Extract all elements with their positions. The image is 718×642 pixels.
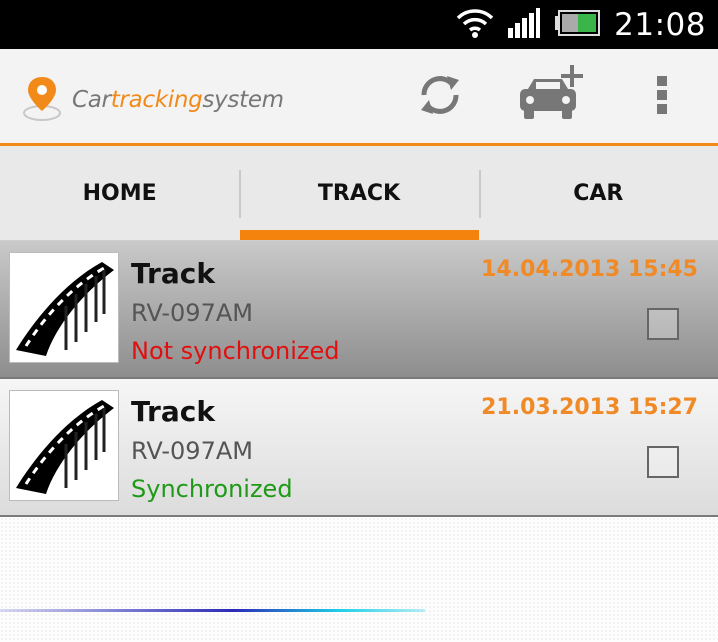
add-car-icon xyxy=(514,63,586,131)
track-checkbox[interactable] xyxy=(647,446,679,478)
battery-icon xyxy=(554,9,601,40)
track-sync-status: Synchronized xyxy=(131,475,293,503)
add-car-button[interactable] xyxy=(510,65,590,127)
clock: 21:08 xyxy=(614,6,706,43)
tab-home-label: HOME xyxy=(82,180,157,206)
track-plate: RV-097AM xyxy=(131,299,253,327)
tab-home[interactable]: HOME xyxy=(0,146,239,240)
logo-text: Cartrackingsystem xyxy=(72,87,284,113)
road-icon xyxy=(12,392,116,500)
track-title: Track xyxy=(131,395,215,428)
track-list-item[interactable]: Track RV-097AM Synchronized 21.03.2013 1… xyxy=(0,379,718,517)
track-thumbnail xyxy=(9,390,119,501)
tab-car[interactable]: CAR xyxy=(478,146,718,240)
status-icons: 21:08 xyxy=(456,0,706,49)
tab-bar: HOME TRACK CAR xyxy=(0,146,718,241)
logo-part-tracking: tracking xyxy=(110,87,203,113)
track-plate: RV-097AM xyxy=(131,437,253,465)
track-title: Track xyxy=(131,257,215,290)
logo-part-system: system xyxy=(202,87,284,113)
loading-indicator xyxy=(0,609,425,612)
track-thumbnail xyxy=(9,252,119,363)
action-bar: Cartrackingsystem xyxy=(0,49,718,143)
empty-list-area xyxy=(0,517,718,642)
app-logo: Cartrackingsystem xyxy=(22,75,284,125)
tab-track[interactable]: TRACK xyxy=(239,146,479,240)
refresh-icon xyxy=(415,70,465,124)
tab-track-label: TRACK xyxy=(317,180,401,206)
overflow-menu-icon xyxy=(655,74,669,120)
signal-icon xyxy=(508,7,541,42)
wifi-icon xyxy=(456,7,494,43)
track-sync-status: Not synchronized xyxy=(131,337,340,365)
track-list: Track RV-097AM Not synchronized 14.04.20… xyxy=(0,241,718,517)
overflow-menu-button[interactable] xyxy=(640,67,684,127)
track-list-item[interactable]: Track RV-097AM Not synchronized 14.04.20… xyxy=(0,241,718,379)
status-bar: 21:08 xyxy=(0,0,718,49)
track-checkbox[interactable] xyxy=(647,308,679,340)
track-datetime: 21.03.2013 15:27 xyxy=(481,395,698,420)
location-pin-icon xyxy=(22,75,62,125)
track-datetime: 14.04.2013 15:45 xyxy=(481,257,698,282)
logo-part-car: Car xyxy=(72,87,111,113)
tab-car-label: CAR xyxy=(573,180,624,206)
road-icon xyxy=(12,254,116,362)
refresh-button[interactable] xyxy=(410,67,470,127)
